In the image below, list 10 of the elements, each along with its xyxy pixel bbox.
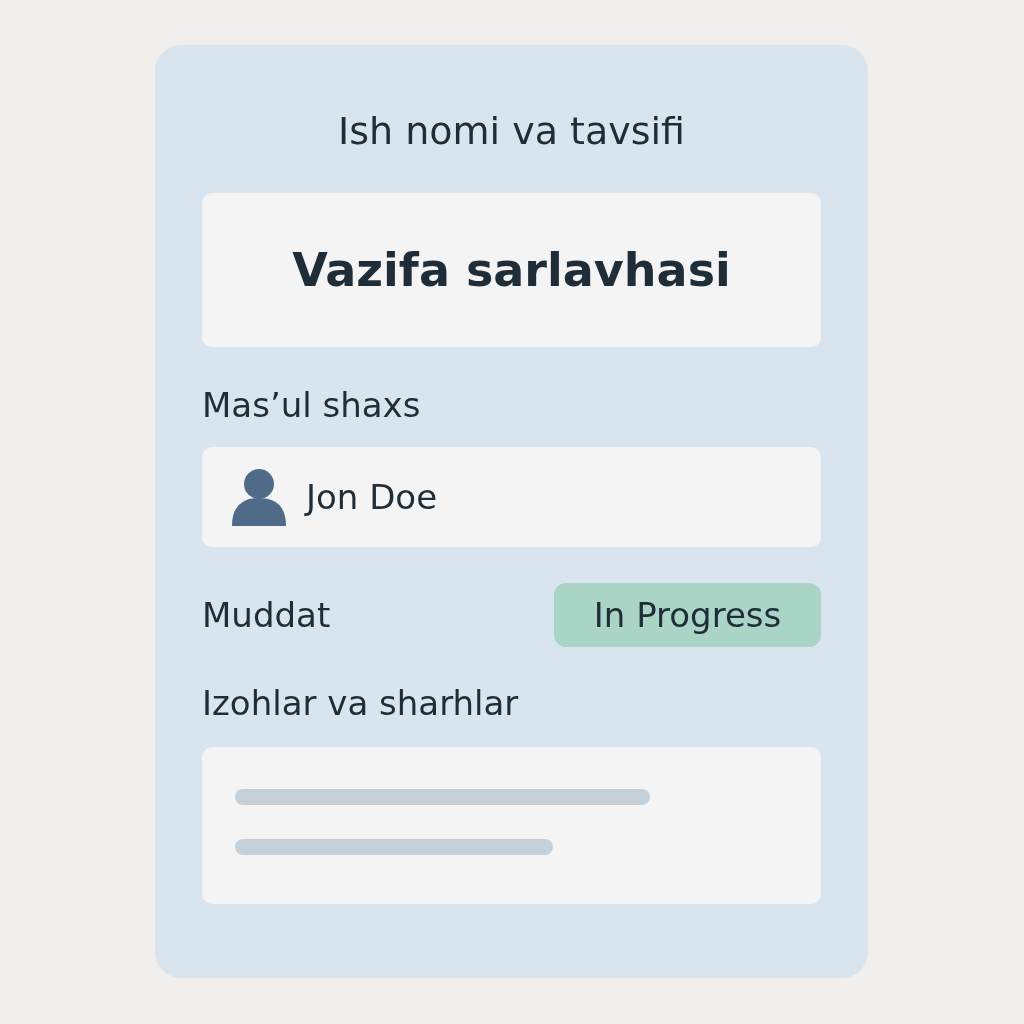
- assignee-field[interactable]: Jon Doe: [202, 447, 821, 547]
- deadline-label: Muddat: [202, 594, 331, 637]
- comments-field[interactable]: [202, 747, 821, 904]
- comments-label: Izohlar va sharhlar: [202, 682, 520, 725]
- status-badge: In Progress: [554, 583, 821, 647]
- person-icon: [232, 468, 286, 526]
- task-title-field[interactable]: Vazifa sarlavhasi: [202, 193, 821, 347]
- card-heading: Ish nomi va tavsifi: [338, 108, 685, 155]
- assignee-name: Jon Doe: [306, 477, 438, 517]
- assignee-label: Mas’ul shaxs: [202, 384, 422, 427]
